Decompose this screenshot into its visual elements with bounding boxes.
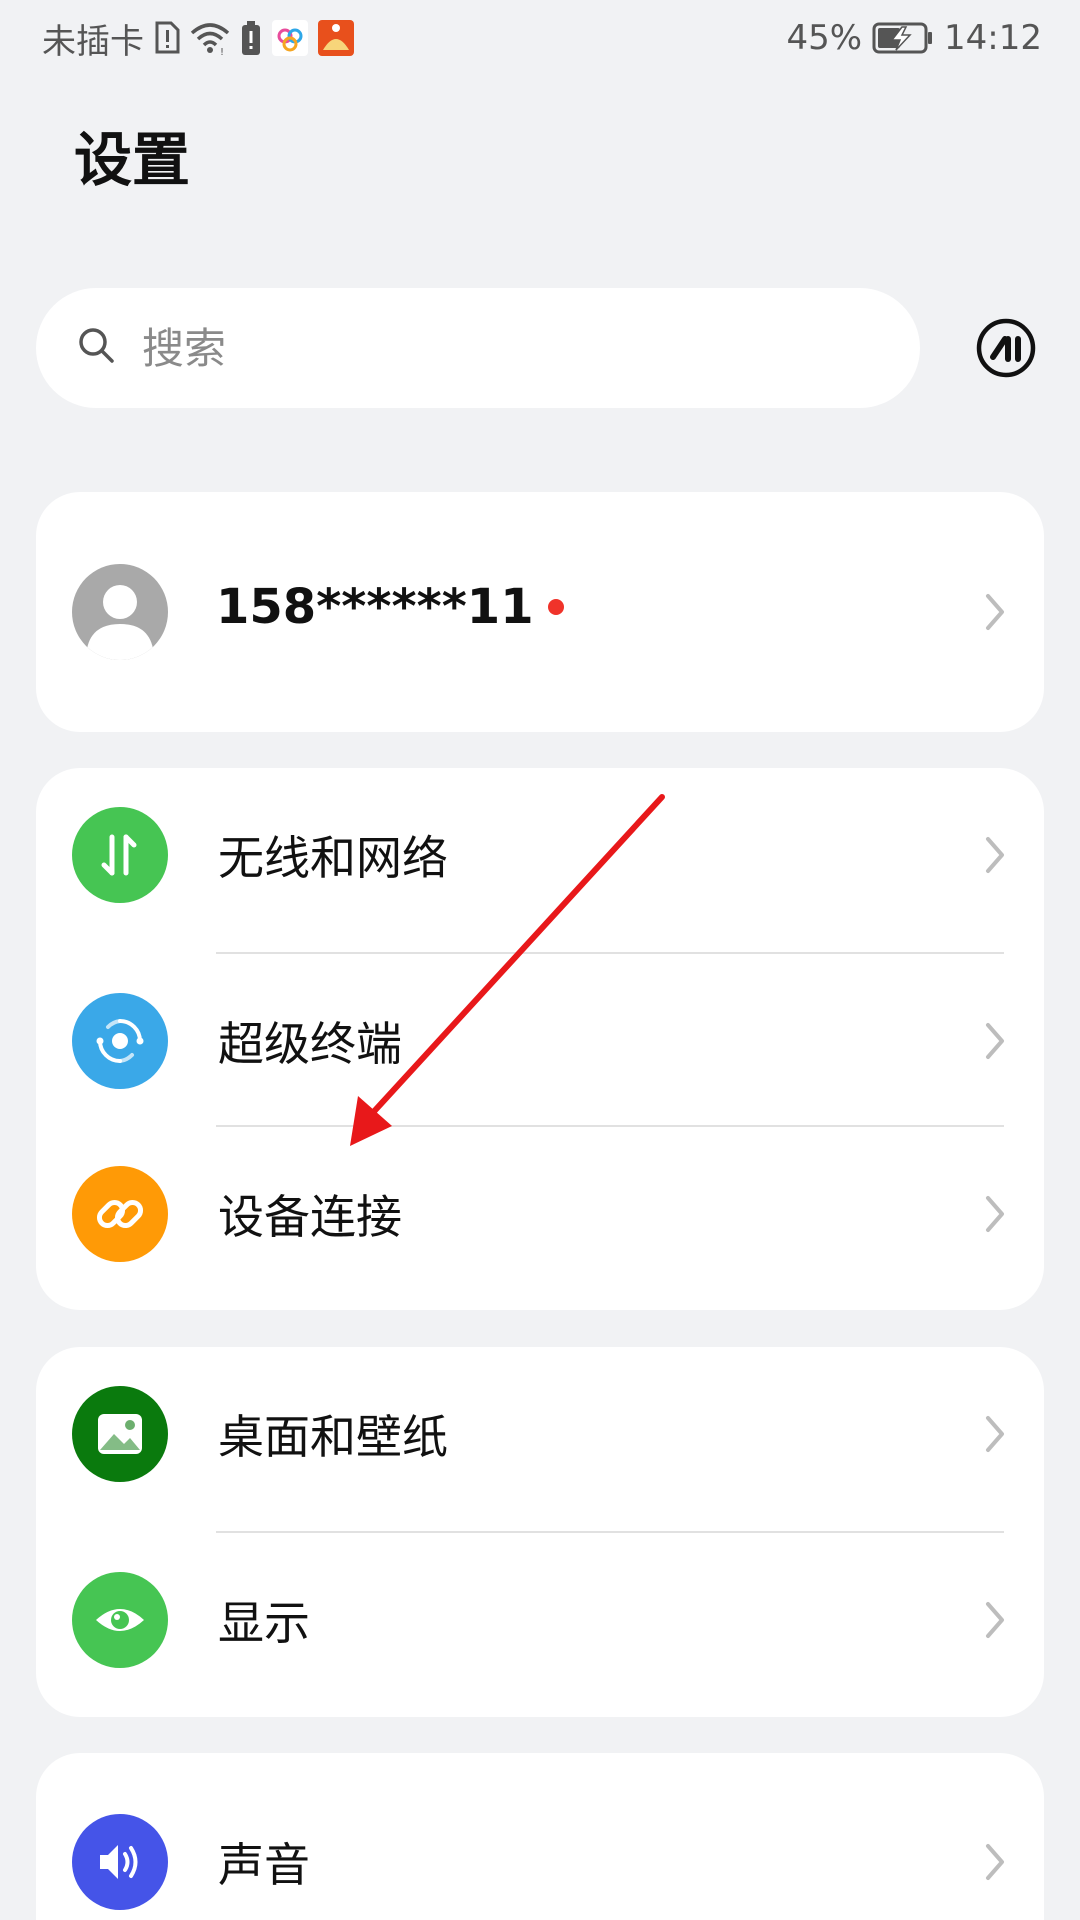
chevron-right-icon	[986, 1601, 1004, 1638]
settings-group-display: 桌面和壁纸 显示	[36, 1347, 1044, 1717]
account-card[interactable]: 158******11	[36, 492, 1044, 732]
settings-item-display[interactable]: 显示	[36, 1533, 1044, 1706]
avatar-icon	[86, 585, 154, 660]
settings-screen: 未插卡 ! 45% 14:12 设置 搜索 158******11 无线和网络 …	[0, 0, 1080, 1920]
svg-text:!: !	[220, 47, 224, 55]
settings-item-label: 超级终端	[218, 1016, 402, 1071]
settings-item-label: 桌面和壁纸	[218, 1409, 448, 1464]
eye-icon	[72, 1571, 168, 1668]
settings-item-label: 显示	[218, 1595, 310, 1650]
chevron-right-icon	[986, 1415, 1004, 1452]
settings-item-device-connection[interactable]: 设备连接	[36, 1127, 1044, 1300]
clock: 14:12	[944, 18, 1042, 58]
chevron-right-icon	[986, 1843, 1004, 1880]
status-bar-right: 45% 14:12	[786, 18, 1042, 58]
settings-item-label: 声音	[218, 1837, 310, 1892]
link-icon	[72, 1165, 168, 1262]
status-bar-left: 未插卡 !	[42, 14, 354, 63]
avatar	[72, 564, 168, 660]
carrier-text: 未插卡	[42, 21, 144, 62]
wifi-icon: !	[190, 21, 230, 55]
super-device-icon	[72, 992, 168, 1089]
chevron-right-icon	[986, 1022, 1004, 1059]
app-notification-icon	[272, 20, 308, 56]
settings-item-label: 设备连接	[218, 1189, 402, 1244]
settings-item-wireless-network[interactable]: 无线和网络	[36, 768, 1044, 941]
search-bar[interactable]	[36, 288, 920, 408]
wallpaper-icon	[72, 1385, 168, 1482]
account-name-row: 158******11	[216, 577, 564, 637]
battery-alert-icon	[240, 20, 262, 56]
settings-item-wallpaper[interactable]: 桌面和壁纸	[36, 1347, 1044, 1520]
page-title: 设置	[74, 126, 191, 194]
chevron-right-icon	[986, 836, 1004, 873]
app-notification-icon-2	[318, 20, 354, 56]
quick-action-button[interactable]	[974, 316, 1038, 380]
chevron-right-icon	[986, 1195, 1004, 1232]
chevron-right-icon	[986, 594, 1004, 630]
settings-group-sound: 声音	[36, 1753, 1044, 1920]
battery-percent: 45%	[786, 18, 863, 58]
search-input[interactable]	[140, 322, 844, 374]
battery-charging-icon	[872, 21, 934, 55]
search-icon	[76, 325, 118, 371]
sim-alert-icon	[154, 21, 180, 55]
quick-action-icon	[976, 318, 1036, 378]
status-bar: 未插卡 ! 45% 14:12	[0, 0, 1080, 76]
sound-icon	[72, 1813, 168, 1910]
account-name: 158******11	[216, 579, 534, 635]
settings-item-super-device[interactable]: 超级终端	[36, 954, 1044, 1127]
wireless-network-icon	[72, 806, 168, 903]
settings-group-connectivity: 无线和网络 超级终端 设备连接	[36, 768, 1044, 1310]
notification-dot	[547, 599, 564, 615]
settings-item-sound[interactable]: 声音	[36, 1775, 1044, 1920]
settings-item-label: 无线和网络	[218, 830, 448, 885]
